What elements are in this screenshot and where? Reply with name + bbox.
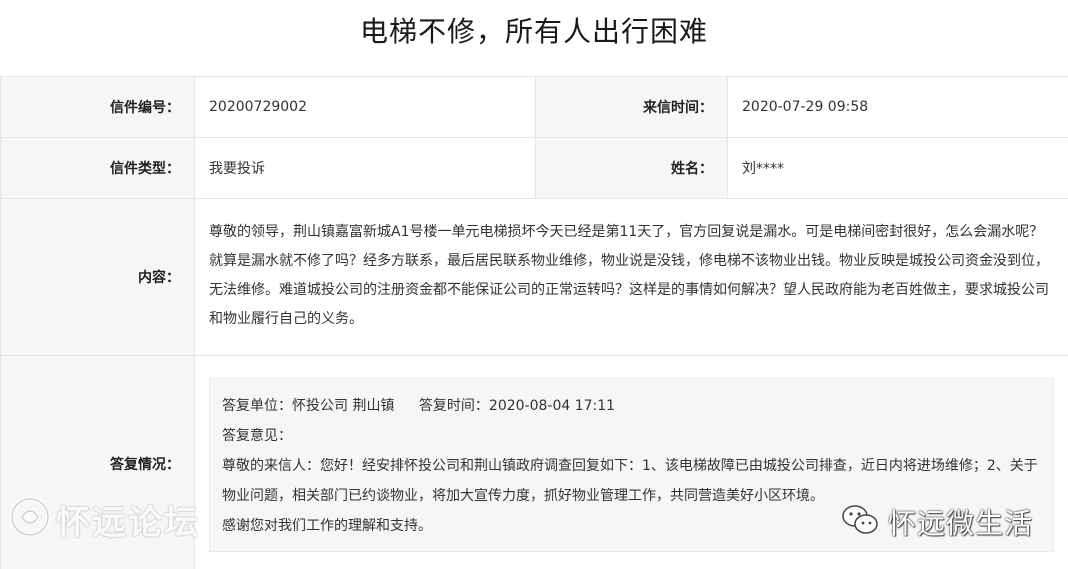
page-title: 电梯不修，所有人出行困难 bbox=[359, 15, 708, 48]
content-cell: 尊敬的领导，荆山镇嘉富新城A1号楼一单元电梯损坏今天已经是第11天了，官方回复说… bbox=[194, 198, 1068, 356]
table-row: 信件类型： 我要投诉 姓名： 刘**** bbox=[0, 137, 1068, 199]
letter-time-value: 2020-07-29 09:58 bbox=[727, 76, 1068, 138]
table-row: 内容： 尊敬的领导，荆山镇嘉富新城A1号楼一单元电梯损坏今天已经是第11天了，官… bbox=[0, 198, 1068, 356]
letter-detail-table: 信件编号： 20200729002 来信时间： 2020-07-29 09:58… bbox=[0, 76, 1068, 569]
letter-page: 电梯不修，所有人出行困难 信件编号： 20200729002 来信时间： 202… bbox=[0, 0, 1068, 569]
reply-box: 答复单位：怀投公司 荆山镇 答复时间：2020-08-04 17:11 答复意见… bbox=[209, 377, 1054, 552]
table-row: 信件编号： 20200729002 来信时间： 2020-07-29 09:58 bbox=[0, 76, 1068, 138]
sender-name-label: 姓名： bbox=[535, 137, 728, 199]
letter-number-value: 20200729002 bbox=[194, 76, 536, 138]
letter-number-label: 信件编号： bbox=[0, 76, 195, 138]
letter-type-label: 信件类型： bbox=[0, 137, 195, 199]
reply-unit: 答复单位：怀投公司 荆山镇 bbox=[222, 397, 395, 414]
reply-label: 答复情况： bbox=[0, 355, 195, 569]
reply-thanks-text: 感谢您对我们工作的理解和支持。 bbox=[222, 517, 432, 534]
reply-opinion-label: 答复意见： bbox=[222, 427, 292, 444]
reply-time: 答复时间：2020-08-04 17:11 bbox=[418, 397, 616, 414]
letter-time-label: 来信时间： bbox=[535, 76, 728, 138]
content-text: 尊敬的领导，荆山镇嘉富新城A1号楼一单元电梯损坏今天已经是第11天了，官方回复说… bbox=[209, 224, 1049, 327]
sender-name-value: 刘**** bbox=[727, 137, 1068, 199]
reply-cell: 答复单位：怀投公司 荆山镇 答复时间：2020-08-04 17:11 答复意见… bbox=[194, 355, 1068, 569]
content-label: 内容： bbox=[0, 198, 195, 356]
table-row: 答复情况： 答复单位：怀投公司 荆山镇 答复时间：2020-08-04 17:1… bbox=[0, 355, 1068, 569]
reply-meta: 答复单位：怀投公司 荆山镇 答复时间：2020-08-04 17:11 bbox=[222, 391, 1041, 421]
reply-opinion-text: 尊敬的来信人：您好！经安排怀投公司和荆山镇政府调查回复如下：1、该电梯故障已由城… bbox=[222, 457, 1038, 504]
letter-type-value: 我要投诉 bbox=[194, 137, 536, 199]
